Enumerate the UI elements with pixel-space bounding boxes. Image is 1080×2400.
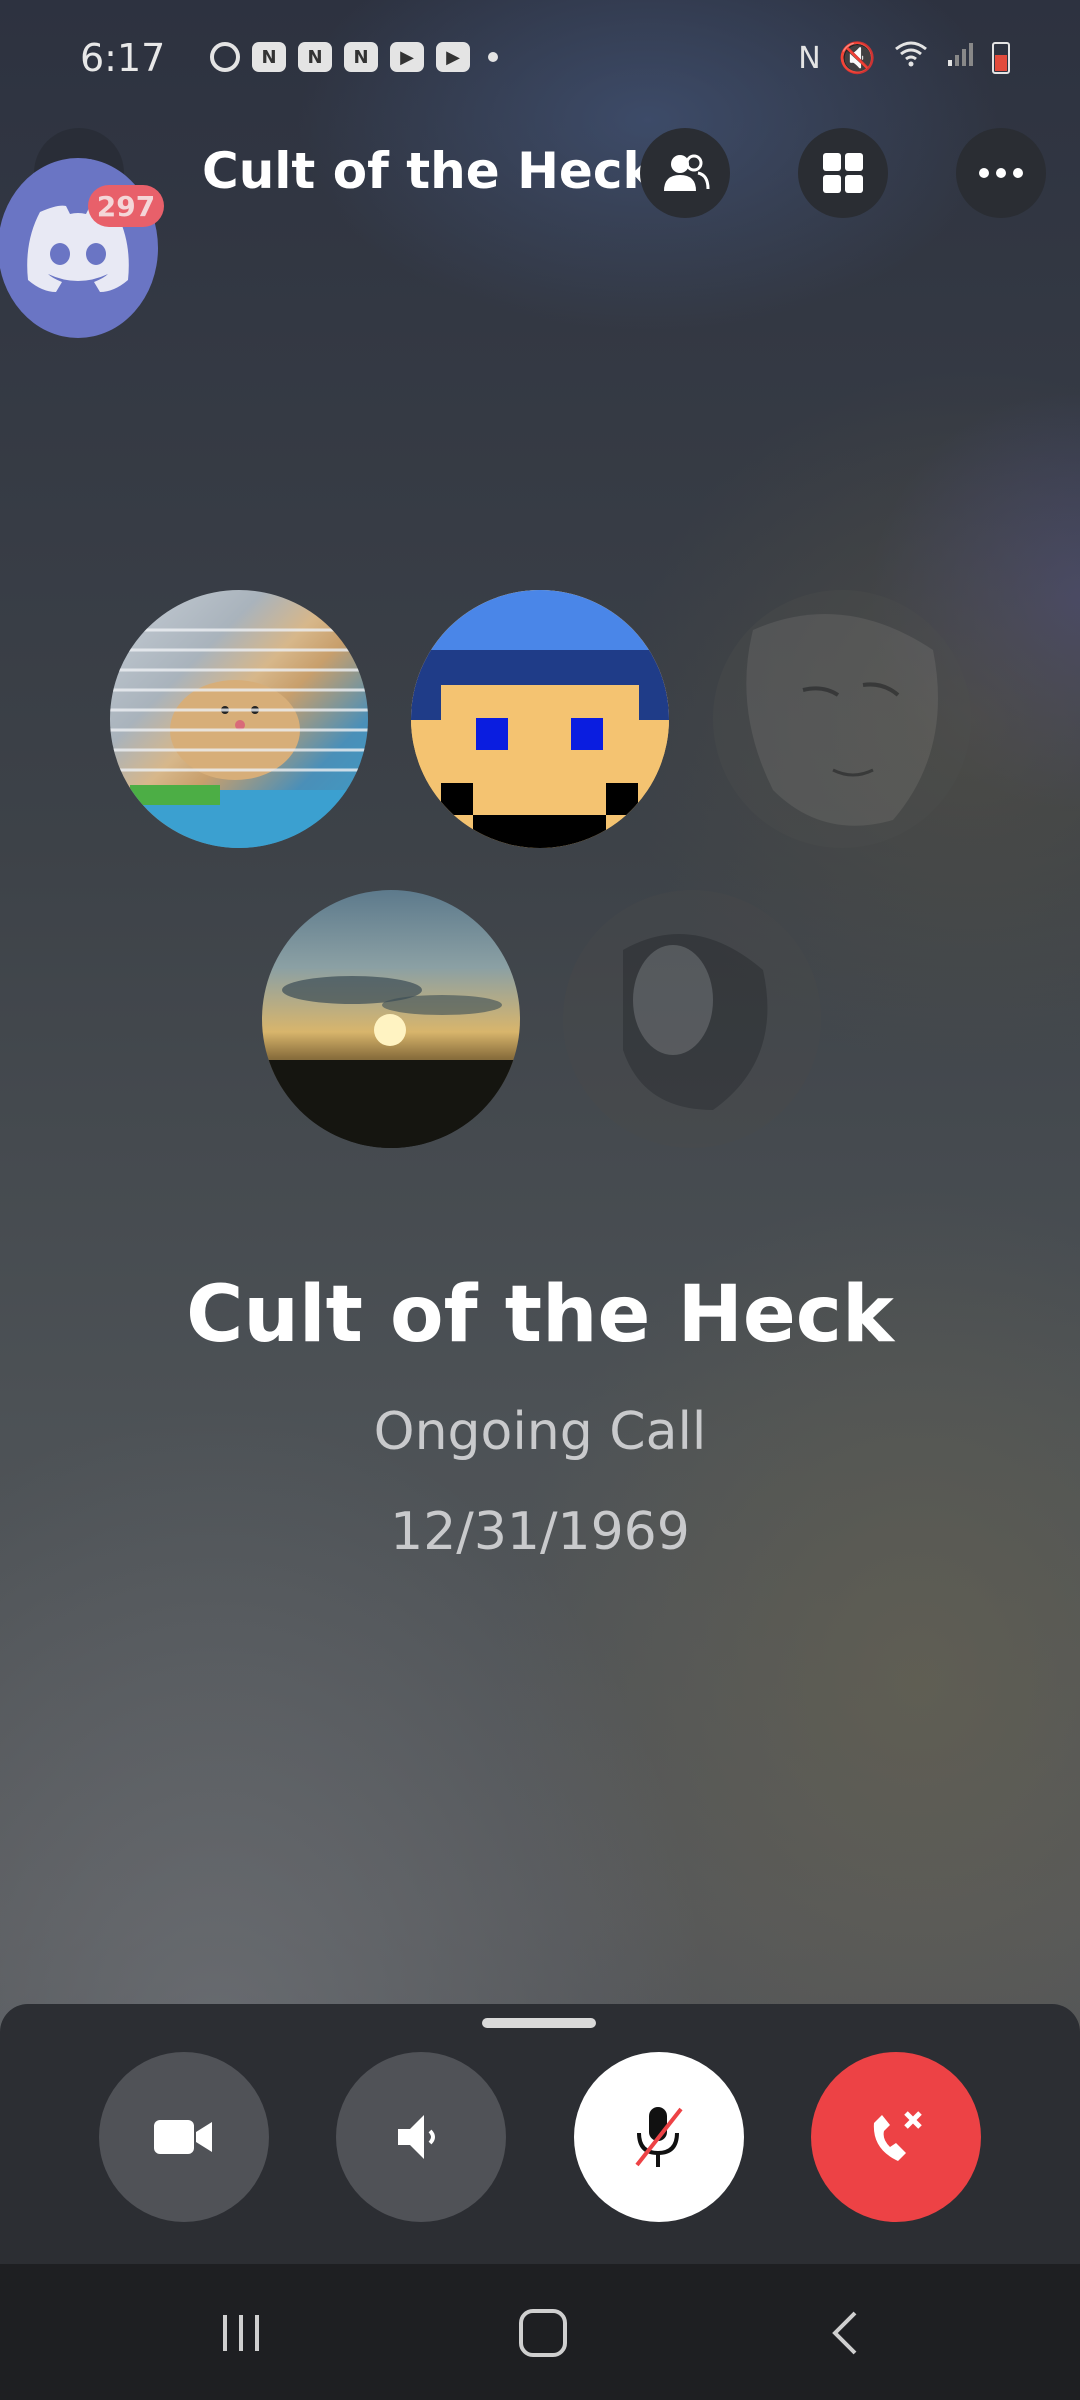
participant-avatar-hamster[interactable] xyxy=(110,590,368,848)
camera-toggle-button[interactable] xyxy=(99,2052,269,2222)
youtube-icon: ▶ xyxy=(436,42,470,72)
pixel-face-avatar xyxy=(411,590,669,848)
mute-icon: 🔇 xyxy=(838,40,876,76)
more-notifications-dot xyxy=(488,52,498,62)
android-nav-bar xyxy=(0,2264,1080,2400)
header-title: Cult of the Heck xyxy=(202,142,656,200)
participant-avatar-sunset[interactable] xyxy=(262,890,520,1148)
sketch-portrait xyxy=(746,614,938,826)
monochrome-portrait xyxy=(623,934,768,1110)
back-button[interactable] xyxy=(800,2298,890,2368)
nfc-icon: N xyxy=(798,40,821,76)
battery-icon xyxy=(992,42,1010,74)
app-icon: N xyxy=(252,42,286,72)
status-time: 6:17 xyxy=(80,36,166,80)
home-button[interactable] xyxy=(498,2298,588,2368)
participant-avatar-drawing[interactable] xyxy=(713,590,971,848)
participant-avatar-monochrome[interactable] xyxy=(563,890,821,1148)
grid-layout-button[interactable] xyxy=(798,128,888,218)
back-icon xyxy=(832,2311,857,2355)
hamster-photo xyxy=(110,628,368,848)
notification-icons: N N N ▶ ▶ xyxy=(210,42,498,72)
sunset-photo xyxy=(262,976,520,1148)
call-controls-panel xyxy=(0,2004,1080,2264)
hang-up-button[interactable] xyxy=(811,2052,981,2222)
app-icon: N xyxy=(298,42,332,72)
members-button[interactable] xyxy=(640,128,730,218)
call-status: Ongoing Call xyxy=(373,1402,707,1462)
more-options-button[interactable] xyxy=(956,128,1046,218)
speaker-toggle-button[interactable] xyxy=(336,2052,506,2222)
grid-icon xyxy=(823,153,863,193)
recent-apps-icon xyxy=(223,2315,259,2351)
panel-drag-handle[interactable] xyxy=(482,2018,596,2028)
video-camera-icon xyxy=(154,2120,212,2154)
youtube-icon: ▶ xyxy=(390,42,424,72)
hang-up-icon xyxy=(873,2111,922,2161)
members-icon xyxy=(664,154,710,191)
app-icon: N xyxy=(344,42,378,72)
home-icon xyxy=(519,2309,567,2357)
microphone-muted-icon xyxy=(635,2107,683,2167)
call-date: 12/31/1969 xyxy=(390,1502,690,1562)
recent-apps-button[interactable] xyxy=(196,2298,286,2368)
microphone-toggle-button[interactable] xyxy=(574,2052,744,2222)
status-bar: 6:17 N N N ▶ ▶ N 🔇 xyxy=(0,0,1080,120)
system-icons: N 🔇 xyxy=(798,40,1010,76)
wifi-icon xyxy=(894,40,928,76)
sync-icon xyxy=(210,42,240,72)
participant-avatar-pixel-character[interactable] xyxy=(411,590,669,848)
speaker-icon xyxy=(398,2115,435,2159)
unread-badge: 297 xyxy=(88,185,164,227)
more-icon xyxy=(979,168,1023,178)
call-title: Cult of the Heck xyxy=(186,1270,894,1360)
signal-icon xyxy=(946,40,974,76)
